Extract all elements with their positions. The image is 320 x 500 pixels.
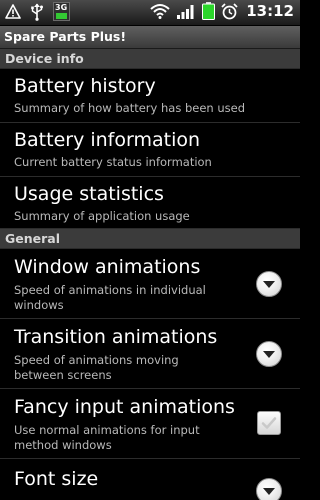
pref-transition-animations[interactable]: Transition animations Speed of animation… <box>0 319 300 389</box>
pref-fancy-input-animations[interactable]: Fancy input animations Use normal animat… <box>0 389 300 459</box>
pref-usage-statistics[interactable]: Usage statistics Summary of application … <box>0 177 300 229</box>
pref-summary: Current battery status information <box>14 155 212 169</box>
chevron-down-icon[interactable] <box>256 271 282 297</box>
category-device-info: Device info <box>0 49 300 69</box>
pref-battery-information[interactable]: Battery information Current battery stat… <box>0 123 300 177</box>
pref-summary: Summary of application usage <box>14 209 190 223</box>
usb-icon <box>31 3 43 21</box>
pref-summary: Summary of how battery has been used <box>14 101 246 115</box>
check-icon <box>261 417 277 429</box>
network-type-label: 3G <box>55 3 68 12</box>
pref-summary: Speed of animations in individual window… <box>14 283 206 312</box>
category-general: General <box>0 229 300 249</box>
chevron-down-icon[interactable] <box>256 478 282 500</box>
alarm-icon <box>221 2 238 19</box>
wifi-icon <box>150 4 170 19</box>
pref-title: Battery history <box>14 75 156 97</box>
network-3g-icon: 3G <box>53 2 70 21</box>
warning-icon <box>5 3 21 19</box>
pref-summary: Speed of animations moving between scree… <box>14 353 179 382</box>
preference-list[interactable]: Device info Battery history Summary of h… <box>0 49 300 500</box>
pref-title: Window animations <box>14 256 201 278</box>
app-title: Spare Parts Plus! <box>4 29 127 44</box>
pref-title: Fancy input animations <box>14 396 235 418</box>
fancy-input-checkbox[interactable] <box>257 411 281 435</box>
pref-font-size[interactable]: Font size <box>0 459 300 500</box>
pref-battery-history[interactable]: Battery history Summary of how battery h… <box>0 69 300 123</box>
pref-window-animations[interactable]: Window animations Speed of animations in… <box>0 249 300 319</box>
status-time: 13:12 <box>246 2 294 20</box>
app-title-bar: Spare Parts Plus! <box>0 26 300 49</box>
pref-summary: Use normal animations for input method w… <box>14 423 200 452</box>
pref-title: Battery information <box>14 129 201 151</box>
pref-title: Font size <box>14 468 99 490</box>
chevron-down-icon[interactable] <box>256 341 282 367</box>
pref-title: Transition animations <box>14 326 218 348</box>
pref-title: Usage statistics <box>14 183 164 205</box>
status-bar: 3G 13:12 <box>0 0 300 26</box>
signal-icon <box>177 5 194 19</box>
battery-icon <box>202 2 216 20</box>
